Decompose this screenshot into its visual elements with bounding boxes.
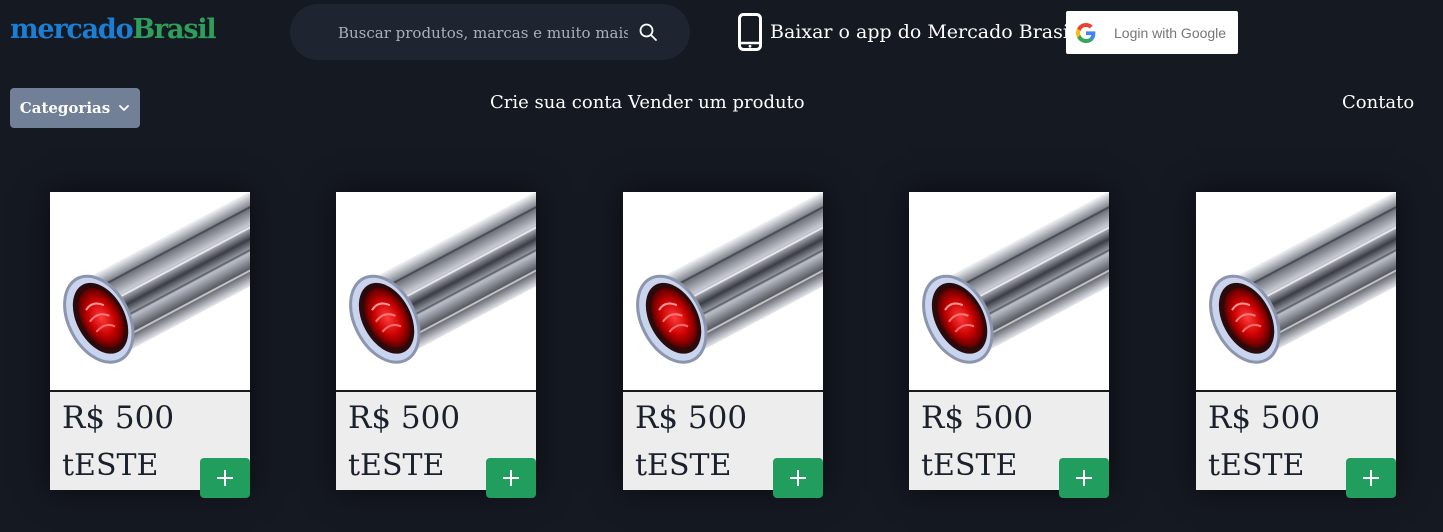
- search-bar: [290, 4, 690, 60]
- product-price: R$ 500: [921, 400, 1034, 436]
- google-icon: [1076, 22, 1096, 43]
- product-price: R$ 500: [62, 400, 175, 436]
- product-name: tESTE: [62, 448, 159, 483]
- plus-icon: [1363, 470, 1379, 486]
- product-image[interactable]: [50, 192, 250, 392]
- product-card[interactable]: R$ 500 tESTE: [50, 192, 250, 498]
- plus-icon: [1076, 470, 1092, 486]
- product-name: tESTE: [635, 448, 732, 483]
- create-account-link[interactable]: Crie sua conta: [490, 92, 622, 113]
- add-to-cart-button[interactable]: [1059, 458, 1109, 498]
- product-price: R$ 500: [635, 400, 748, 436]
- logo-brasil: Brasil: [132, 14, 216, 45]
- product-image[interactable]: [623, 192, 823, 392]
- categories-label: Categorias: [19, 99, 111, 117]
- product-card[interactable]: R$ 500 tESTE: [336, 192, 536, 498]
- search-input[interactable]: [336, 18, 630, 48]
- plus-icon: [503, 470, 519, 486]
- add-to-cart-button[interactable]: [1346, 458, 1396, 498]
- logo-mercado: mercado: [10, 14, 134, 45]
- plus-icon: [790, 470, 806, 486]
- google-login-button[interactable]: Login with Google: [1066, 11, 1238, 54]
- product-card[interactable]: R$ 500 tESTE: [909, 192, 1109, 498]
- download-app-label: Baixar o app do Mercado Brasil: [770, 21, 1076, 43]
- product-image[interactable]: [336, 192, 536, 392]
- logo[interactable]: mercadoBrasil: [10, 14, 217, 45]
- product-name: tESTE: [921, 448, 1018, 483]
- phone-icon: [738, 13, 762, 51]
- contact-link[interactable]: Contato: [1342, 92, 1414, 113]
- product-price: R$ 500: [1208, 400, 1321, 436]
- add-to-cart-button[interactable]: [773, 458, 823, 498]
- add-to-cart-button[interactable]: [486, 458, 536, 498]
- google-login-label: Login with Google: [1114, 24, 1227, 41]
- sell-product-link[interactable]: Vender um produto: [628, 92, 805, 113]
- categories-button[interactable]: Categorias: [10, 88, 140, 128]
- download-app-link[interactable]: Baixar o app do Mercado Brasil: [738, 12, 1075, 52]
- product-card[interactable]: R$ 500 tESTE: [623, 192, 823, 498]
- search-icon[interactable]: [638, 22, 658, 42]
- product-name: tESTE: [348, 448, 445, 483]
- plus-icon: [217, 470, 233, 486]
- product-image[interactable]: [1196, 192, 1396, 392]
- product-card[interactable]: R$ 500 tESTE: [1196, 192, 1396, 498]
- product-image[interactable]: [909, 192, 1109, 392]
- product-name: tESTE: [1208, 448, 1305, 483]
- product-price: R$ 500: [348, 400, 461, 436]
- add-to-cart-button[interactable]: [200, 458, 250, 498]
- chevron-down-icon: [119, 105, 130, 111]
